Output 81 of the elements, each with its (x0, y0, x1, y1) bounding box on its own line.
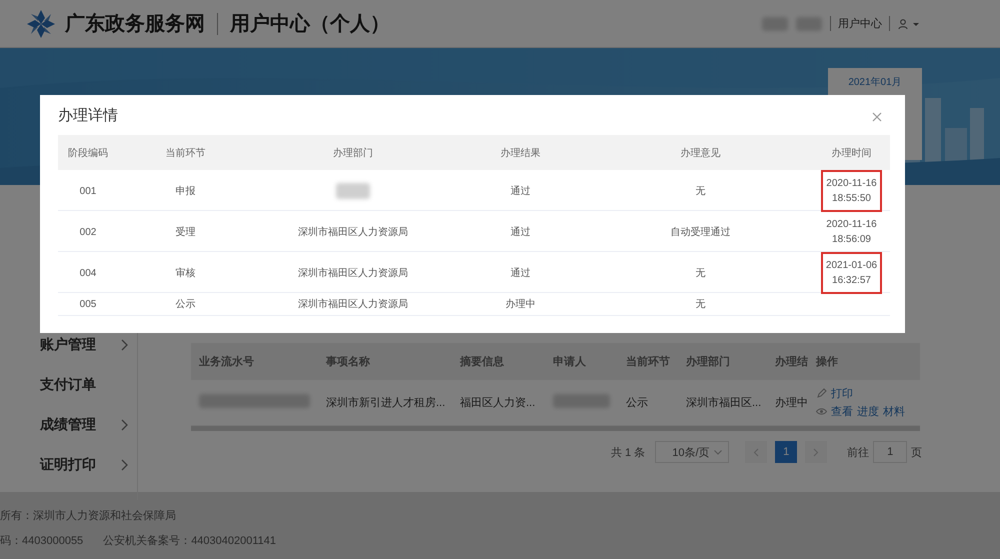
sidebar-item[interactable]: 支付订单 (0, 365, 137, 405)
scrollbar[interactable] (191, 426, 920, 431)
next-page-button[interactable] (805, 441, 828, 463)
column-header: 办理结 (774, 354, 808, 370)
column-header: 操作 (814, 355, 839, 370)
table-cell-text: 审核 (176, 266, 196, 280)
column-header: 事项名称 (325, 354, 371, 370)
table-cell-text: 受理 (176, 226, 196, 239)
table-cell-text: 深圳市福田区人力资源局 (298, 226, 408, 239)
sidebar-item[interactable]: 成绩管理 (0, 405, 137, 445)
table-cell-text: 无 (696, 267, 706, 280)
action-link[interactable]: 打印 (831, 386, 853, 401)
pen-icon (816, 388, 827, 399)
action-link[interactable]: 材料 (883, 404, 905, 419)
table-cell: 001 (80, 186, 96, 196)
calendar-month: 2021年01月 (848, 77, 902, 88)
table-cell-text: 2020-11-16 18:56:09 (825, 218, 878, 247)
user-center-link[interactable]: 用户中心 (830, 16, 890, 31)
dialog-title: 办理详情 (58, 106, 118, 124)
highlighted-time-cell: 2021-01-06 16:32:57 (820, 252, 882, 294)
table-cell-text: 通过 (510, 226, 530, 239)
table-cell-text: 通过 (510, 184, 530, 198)
table-cell: 005 (80, 298, 96, 310)
action-link[interactable]: 查看 (831, 404, 853, 419)
site-title: 广东政务服务网 (65, 12, 205, 37)
chevron-right-icon (121, 459, 129, 471)
table-cell-text: 深圳市新引进人才租房... (325, 396, 446, 411)
column-header: 申请人 (552, 354, 587, 370)
table-cell-text: 无 (696, 185, 706, 198)
column-header: 办理结果 (500, 146, 542, 160)
table-cell-text: 公示 (625, 396, 649, 411)
column-header: 当前环节 (164, 146, 206, 160)
column-header: 摘要信息 (458, 354, 505, 370)
section-title: 用户中心（个人） (230, 12, 390, 37)
table-cell-text: 通过 (510, 266, 530, 280)
column-header: 当前环节 (625, 354, 671, 370)
redacted-blur (796, 16, 822, 30)
column-header: 办理部门 (332, 146, 374, 160)
total-count: 共 1 条 (611, 446, 646, 460)
redacted-blur (336, 183, 370, 199)
highlighted-time-cell: 2020-11-16 18:55:50 (821, 170, 882, 212)
user-menu-icon[interactable] (898, 18, 920, 28)
footer-text: 所有：深圳市人力资源和社会保障局 (0, 508, 177, 523)
page-suffix: 页 (911, 446, 922, 460)
page-size-select[interactable]: 10条/页 (655, 441, 730, 463)
table-cell-text: 公示 (176, 298, 196, 311)
redacted-blur (553, 394, 610, 408)
chevron-right-icon (813, 448, 820, 456)
column-header: 办理意见 (680, 146, 722, 160)
table-cell-text: 深圳市福田区人力资源局 (298, 298, 408, 311)
table-cell-text: 无 (696, 298, 706, 311)
column-header: 业务流水号 (198, 354, 255, 370)
chevron-right-icon (121, 419, 129, 431)
table-cell-text: 深圳市福田区人力资源局 (298, 266, 408, 280)
page-button[interactable]: 1 (775, 441, 798, 463)
goto-label: 前往 (847, 446, 870, 460)
table-cell: 002 (80, 226, 96, 238)
chevron-left-icon (753, 448, 760, 456)
footer-text: 码：4403000055 (0, 534, 84, 548)
eye-icon (816, 406, 827, 417)
sidebar-item[interactable]: 证明打印 (0, 445, 137, 485)
goto-page-field[interactable]: 1 (873, 441, 908, 463)
table-cell-text: 办理中 (774, 396, 808, 411)
table-cell-text: 申报 (176, 184, 196, 198)
close-button[interactable] (872, 110, 882, 120)
caret-icon (714, 450, 722, 454)
table-cell: 004 (80, 268, 96, 278)
footer-text: 公安机关备案号：44030402001141 (103, 534, 276, 548)
action-link[interactable]: 进度 (857, 404, 879, 419)
table-cell-text: 自动受理通过 (670, 226, 730, 239)
redacted-blur (762, 16, 788, 30)
chevron-right-icon (121, 339, 129, 351)
sidebar-item[interactable]: 账户管理 (0, 325, 137, 365)
table-cell-text: 深圳市福田区... (685, 396, 762, 411)
prev-page-button[interactable] (745, 441, 768, 463)
column-header: 办理部门 (684, 354, 731, 370)
column-header: 办理时间 (830, 146, 872, 160)
table-cell-text: 福田区人力资... (459, 396, 536, 411)
column-header: 阶段编码 (67, 146, 109, 160)
table-cell-text: 办理中 (506, 298, 536, 311)
logo-icon (25, 8, 57, 40)
